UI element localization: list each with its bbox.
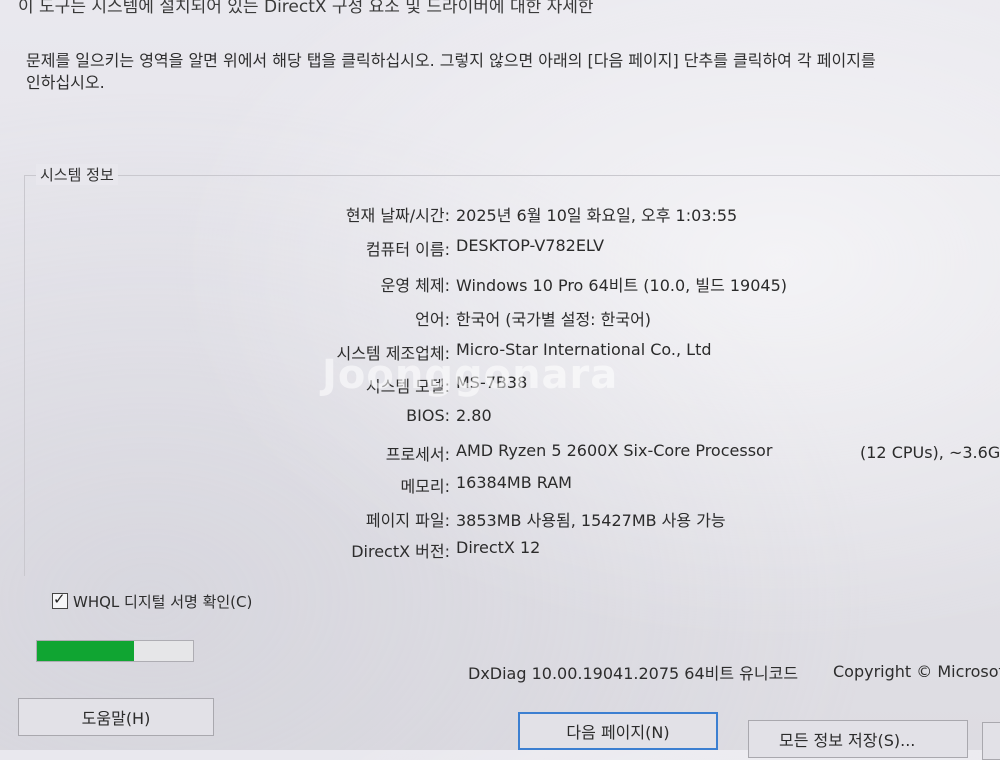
help-button[interactable]: 도움말(H) [18,698,214,736]
info-value: MS-7B38 [456,373,528,392]
info-row-language: 언어: 한국어 (국가별 설정: 한국어) [0,306,1000,332]
info-label: DirectX 버전: [351,542,450,561]
info-value: 2025년 6월 10일 화요일, 오후 1:03:55 [456,206,738,225]
info-row-memory: 메모리: 16384MB RAM [0,473,1000,499]
info-label: 메모리: [400,477,450,496]
info-row-datetime: 현재 날짜/시간: 2025년 6월 10일 화요일, 오후 1:03:55 [0,202,1000,228]
info-row-directx: DirectX 버전: DirectX 12 [0,538,1000,564]
copyright-text: Copyright © Microsoft [833,662,1000,681]
info-row-os: 운영 체제: Windows 10 Pro 64비트 (10.0, 빌드 190… [0,272,1000,298]
progress-bar [36,640,194,662]
whql-checkbox-label: WHQL 디지털 서명 확인(C) [73,592,253,611]
info-row-model: 시스템 모델: MS-7B38 [0,373,1000,399]
info-value-cpu-count: (12 CPUs), ~3.6GHz [860,443,1000,462]
save-all-info-button[interactable]: 모든 정보 저장(S)... [748,720,968,758]
checkbox-box[interactable]: ✓ [52,590,68,609]
info-label: 언어: [415,310,450,329]
info-label: 시스템 모델: [365,377,450,396]
info-value: Windows 10 Pro 64비트 (10.0, 빌드 19045) [456,276,788,295]
info-value: DESKTOP-V782ELV [456,236,605,255]
info-value: AMD Ryzen 5 2600X Six-Core Processor [456,441,773,460]
exit-button-partial[interactable] [982,722,1000,760]
info-label: BIOS: [406,406,450,425]
info-value: 한국어 (국가별 설정: 한국어) [456,310,652,329]
info-value: Micro-Star International Co., Ltd [456,340,712,359]
info-label: 시스템 제조업체: [336,344,450,363]
system-info-group-title: 시스템 정보 [36,164,118,185]
info-label: 프로세서: [385,445,450,464]
info-row-page-file: 페이지 파일: 3853MB 사용됨, 15427MB 사용 가능 [0,507,1000,533]
info-label: 페이지 파일: [365,511,450,530]
info-value: 3853MB 사용됨, 15427MB 사용 가능 [456,511,726,530]
progress-bar-fill [37,641,134,661]
checkmark-icon: ✓ [53,590,66,608]
info-row-processor: 프로세서: AMD Ryzen 5 2600X Six-Core Process… [0,441,1000,467]
info-label: 컴퓨터 이름: [365,240,450,259]
info-label: 현재 날짜/시간: [345,206,450,225]
info-row-bios: BIOS: 2.80 [0,406,1000,432]
instructions-text: 문제를 일으키는 영역을 알면 위에서 해당 탭을 클릭하십시오. 그렇지 않으… [26,50,1000,94]
dxdiag-version: DxDiag 10.00.19041.2075 64비트 유니코드 [468,664,799,683]
info-value: 2.80 [456,406,492,425]
info-value: DirectX 12 [456,538,541,557]
info-row-manufacturer: 시스템 제조업체: Micro-Star International Co., … [0,340,1000,366]
next-page-button[interactable]: 다음 페이지(N) [518,712,718,750]
info-row-computer-name: 컴퓨터 이름: DESKTOP-V782ELV [0,236,1000,262]
info-label: 운영 체제: [380,276,450,295]
tool-description-partial: 이 도구는 시스템에 설치되어 있는 DirectX 구성 요소 및 드라이버에… [18,0,594,17]
instructions-line-2: 인하십시오. [26,73,105,92]
whql-checkbox[interactable]: ✓ WHQL 디지털 서명 확인(C) [52,590,252,612]
instructions-line-1: 문제를 일으키는 영역을 알면 위에서 해당 탭을 클릭하십시오. 그렇지 않으… [26,51,876,70]
info-value: 16384MB RAM [456,473,572,492]
